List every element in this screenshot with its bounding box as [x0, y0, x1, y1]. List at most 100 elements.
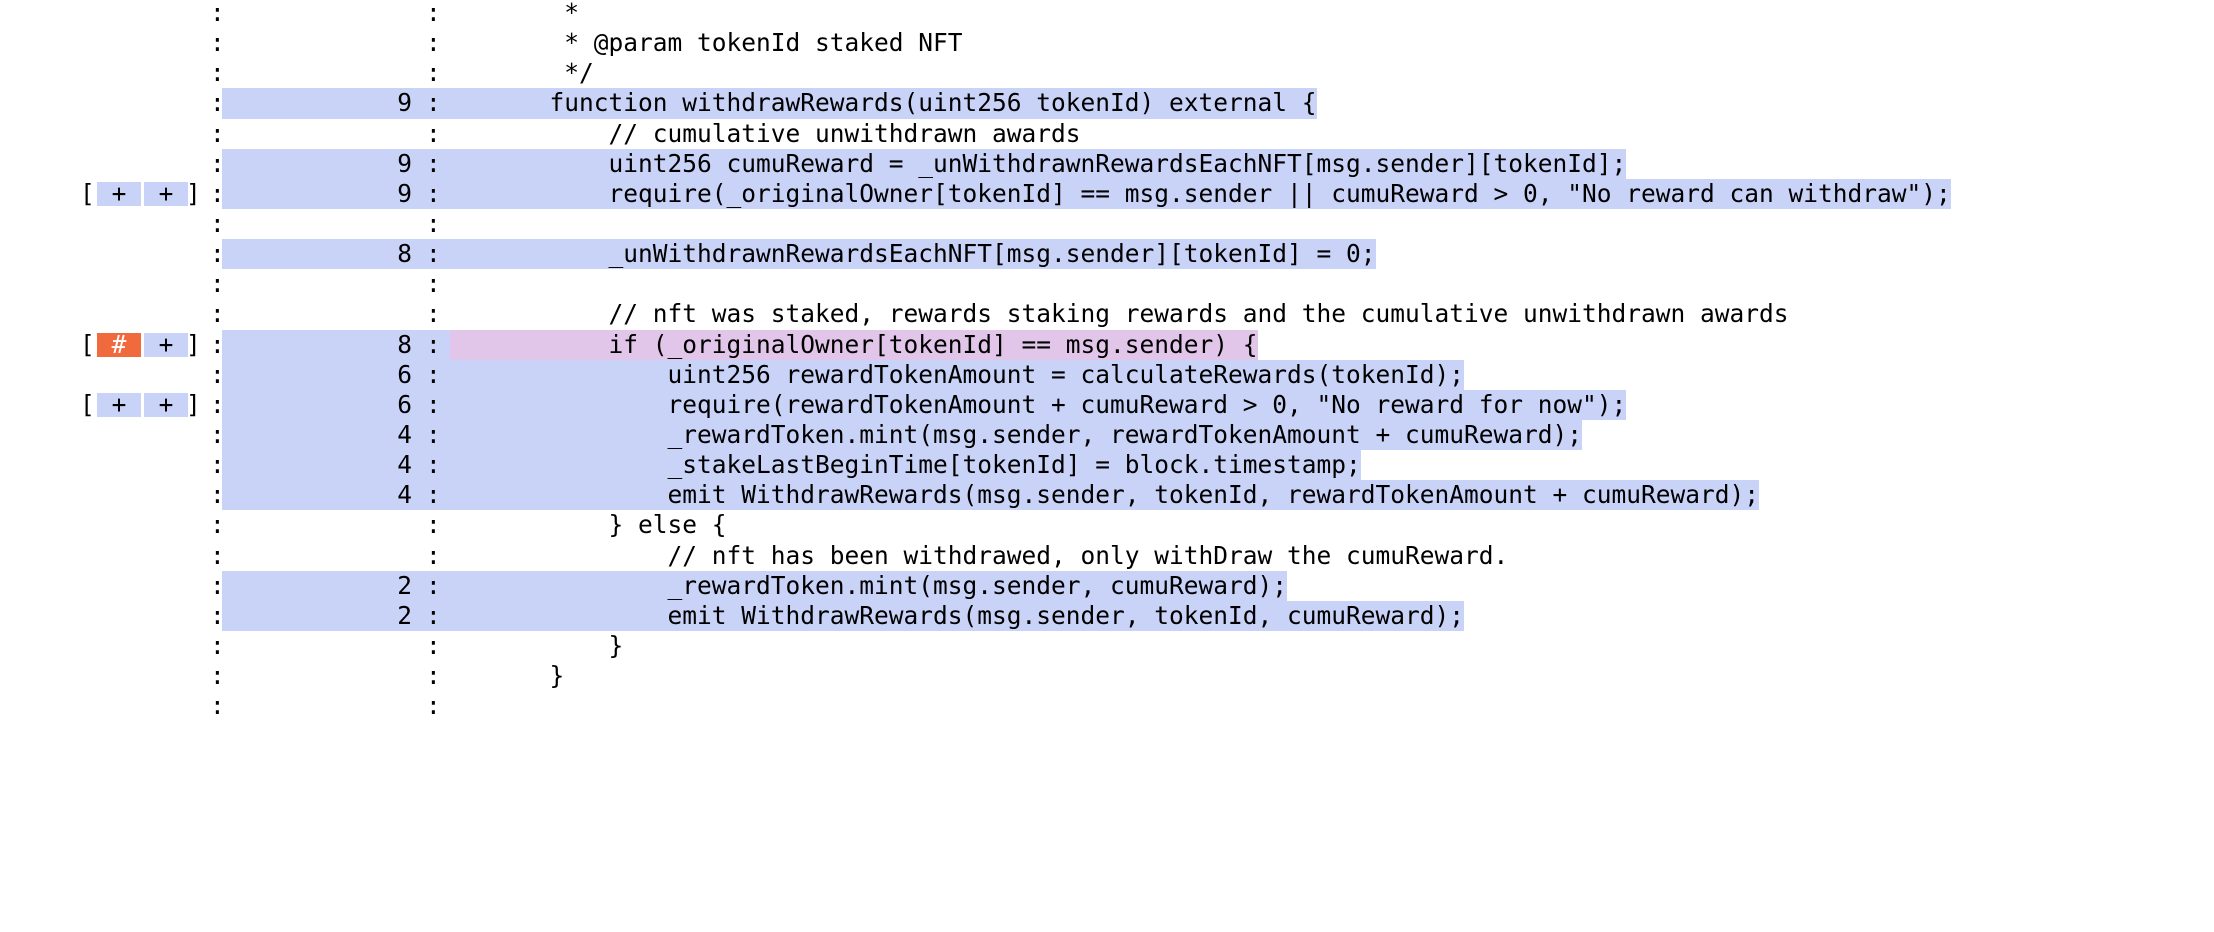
column-separator: :: [426, 0, 441, 27]
branch-coverage-cell: [80, 691, 230, 721]
branch-coverage-cell: [80, 209, 230, 239]
column-separator: :: [426, 88, 441, 118]
branch-coverage-cell: [+ +]: [80, 390, 230, 420]
line-hit-count: 4: [397, 480, 412, 510]
branch-coverage-cell: [80, 28, 230, 58]
source-code: function withdrawRewards(uint256 tokenId…: [450, 88, 1317, 119]
source-line-6: : 9 : uint256 cumuReward = _unWithdrawnR…: [0, 148, 2214, 179]
source-line-23: : : }: [0, 661, 2214, 691]
column-separator: :: [426, 269, 441, 299]
branch-bracket: [: [80, 178, 95, 208]
source-code: require(_originalOwner[tokenId] == msg.s…: [450, 178, 1951, 209]
line-hit-count: [222, 299, 412, 329]
column-separator: :: [426, 691, 441, 721]
source-code: emit WithdrawRewards(msg.sender, tokenId…: [450, 600, 1465, 631]
line-hit-count: 4: [397, 419, 412, 449]
branch-coverage-cell: [# +]: [80, 330, 230, 360]
branch-bracket: [: [80, 389, 95, 419]
branch-bracket: ]: [186, 389, 201, 419]
source-line-17: : 4 : emit WithdrawRewards(msg.sender, t…: [0, 480, 2214, 511]
branch-taken-marker: +: [97, 392, 141, 417]
line-hit-count: [222, 510, 412, 540]
line-hit-count: [222, 58, 412, 88]
branch-coverage-cell: [80, 541, 230, 571]
line-hit-count: 8: [397, 329, 412, 359]
column-separator: :: [426, 178, 441, 208]
source-line-20: : 2 : _rewardToken.mint(msg.sender, cumu…: [0, 570, 2214, 601]
line-hit-count: 9: [397, 178, 412, 208]
source-line-21: : 2 : emit WithdrawRewards(msg.sender, t…: [0, 600, 2214, 631]
column-separator: :: [426, 480, 441, 510]
branch-coverage-cell: [80, 239, 230, 269]
column-separator: :: [426, 329, 441, 359]
column-separator: :: [426, 148, 441, 178]
line-hit-count: 2: [397, 570, 412, 600]
source-line-18: : : } else {: [0, 510, 2214, 540]
coverage-source-listing: : : * : : * @param tokenId staked NFT : …: [0, 0, 2214, 721]
line-hit-count: 9: [397, 148, 412, 178]
column-separator: :: [426, 661, 441, 691]
source-code: }: [520, 630, 624, 660]
source-line-7: [+ +] : 9 : require(_originalOwner[tokenI…: [0, 178, 2214, 209]
branch-coverage-cell: [80, 0, 230, 28]
source-code: if (_originalOwner[tokenId] == msg.sende…: [450, 329, 1258, 360]
line-hit-count: 8: [397, 239, 412, 269]
branch-taken-marker: +: [144, 332, 188, 357]
line-hit-count: 6: [397, 389, 412, 419]
branch-taken-marker: +: [97, 181, 141, 206]
source-code: } else {: [520, 510, 727, 540]
branch-coverage-cell: [80, 269, 230, 299]
source-line-12: [# +] : 8 : if (_originalOwner[tokenId] =…: [0, 329, 2214, 360]
branch-coverage-cell: [80, 571, 230, 601]
source-code: uint256 rewardTokenAmount = calculateRew…: [450, 359, 1465, 390]
source-code: _rewardToken.mint(msg.sender, cumuReward…: [450, 570, 1288, 601]
column-separator: :: [426, 118, 441, 148]
source-line-14: [+ +] : 6 : require(rewardTokenAmount + c…: [0, 389, 2214, 420]
branch-coverage-cell: [80, 450, 230, 480]
column-separator: :: [426, 540, 441, 570]
source-line-2: : : * @param tokenId staked NFT: [0, 28, 2214, 58]
branch-coverage-cell: [80, 299, 230, 329]
branch-bracket: ]: [186, 329, 201, 359]
source-line-16: : 4 : _stakeLastBeginTime[tokenId] = blo…: [0, 450, 2214, 481]
source-code: // cumulative unwithdrawn awards: [520, 118, 1081, 148]
line-hit-count: [222, 0, 412, 28]
column-separator: :: [426, 208, 441, 238]
line-hit-count: [222, 269, 412, 299]
branch-not-taken-marker: #: [97, 332, 141, 357]
branch-coverage-cell: [80, 420, 230, 450]
source-line-15: : 4 : _rewardToken.mint(msg.sender, rewa…: [0, 419, 2214, 451]
branch-coverage-cell: [80, 119, 230, 149]
column-separator: :: [426, 28, 441, 58]
branch-taken-marker: +: [144, 181, 188, 206]
line-hit-count: 6: [397, 359, 412, 389]
source-code: [450, 691, 520, 721]
source-code: * @param tokenId staked NFT: [520, 28, 963, 58]
line-hit-count: [222, 119, 412, 149]
line-hit-count: 2: [397, 600, 412, 630]
source-line-19: : : // nft has been withdrawed, only wit…: [0, 541, 2214, 571]
column-separator: :: [426, 389, 441, 419]
line-hit-count: 4: [397, 450, 412, 480]
source-code: // nft has been withdrawed, only withDra…: [520, 540, 1509, 570]
column-separator: :: [426, 600, 441, 630]
source-line-22: : : }: [0, 631, 2214, 661]
branch-coverage-cell: [80, 601, 230, 631]
branch-bracket: ]: [186, 178, 201, 208]
branch-coverage-cell: [80, 360, 230, 390]
source-code: _stakeLastBeginTime[tokenId] = block.tim…: [450, 450, 1361, 481]
source-code: [450, 269, 520, 299]
line-hit-count: [222, 661, 412, 691]
line-hit-count: 9: [397, 88, 412, 118]
column-separator: :: [426, 510, 441, 540]
source-line-5: : : // cumulative unwithdrawn awards: [0, 119, 2214, 149]
source-code: // nft was staked, rewards staking rewar…: [520, 299, 1789, 329]
source-line-1: : : *: [0, 0, 2214, 28]
column-separator: :: [426, 359, 441, 389]
source-code: }: [520, 661, 565, 691]
line-hit-count: [222, 209, 412, 239]
branch-coverage-cell: [+ +]: [80, 179, 230, 209]
source-line-3: : : */: [0, 58, 2214, 88]
branch-coverage-cell: [80, 88, 230, 118]
column-separator: :: [426, 239, 441, 269]
